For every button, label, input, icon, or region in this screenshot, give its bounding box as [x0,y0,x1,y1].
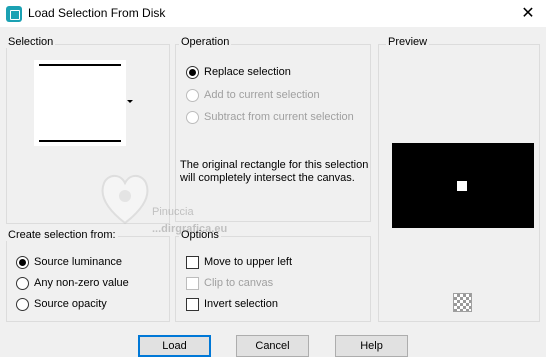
watermark-url: ...dirgrafica.eu [152,223,228,235]
preview-selection-mark [457,181,467,191]
radio-add[interactable] [186,88,199,102]
help-button[interactable]: Help [335,335,408,357]
watermark: Pinuccia ...dirgrafica.eu [98,168,318,238]
operation-group-label: Operation [179,36,232,48]
checkbox-clip-to-canvas[interactable] [186,276,199,290]
window-title: Load Selection From Disk [28,6,166,20]
selection-thumbnail-top-line [39,64,121,66]
create-from-nonzero-label: Any non-zero value [34,277,129,289]
transparency-checker-icon[interactable] [453,293,472,312]
create-from-luminance-label: Source luminance [34,256,123,268]
title-bar: Load Selection From Disk ✕ [0,0,546,27]
operation-replace-label: Replace selection [204,66,291,78]
radio-opacity[interactable] [16,297,29,311]
operation-subtract-option[interactable]: Subtract from current selection [186,109,354,125]
radio-replace[interactable] [186,65,199,79]
radio-luminance[interactable] [16,255,29,269]
operation-add-option[interactable]: Add to current selection [186,87,320,103]
clip-to-canvas-label: Clip to canvas [204,277,274,289]
selection-thumbnail[interactable] [34,60,126,146]
load-button[interactable]: Load [138,335,211,357]
selection-group-label: Selection [6,36,56,48]
chevron-down-icon[interactable] [127,100,133,103]
operation-add-label: Add to current selection [204,89,320,101]
selection-thumbnail-bottom-line [39,140,121,142]
watermark-name: Pinuccia [152,206,194,218]
preview-group-label: Preview [386,36,430,48]
invert-selection-option[interactable]: Invert selection [186,296,278,312]
operation-subtract-label: Subtract from current selection [204,111,354,123]
move-upper-left-option[interactable]: Move to upper left [186,254,292,270]
radio-subtract[interactable] [186,110,199,124]
watermark-heart-icon [101,174,149,225]
checkbox-invert-selection[interactable] [186,297,199,311]
create-from-luminance-option[interactable]: Source luminance [16,254,122,270]
checkbox-move-upper-left[interactable] [186,255,199,269]
create-from-opacity-label: Source opacity [34,298,107,310]
radio-nonzero[interactable] [16,276,29,290]
invert-selection-label: Invert selection [204,298,278,310]
create-from-nonzero-option[interactable]: Any non-zero value [16,275,129,291]
clip-to-canvas-option[interactable]: Clip to canvas [186,275,273,291]
operation-replace-option[interactable]: Replace selection [186,64,291,80]
app-icon [6,6,22,22]
create-from-opacity-option[interactable]: Source opacity [16,296,107,312]
preview-image [392,143,534,228]
close-icon[interactable]: ✕ [510,0,546,27]
move-upper-left-label: Move to upper left [204,256,293,268]
cancel-button[interactable]: Cancel [236,335,309,357]
